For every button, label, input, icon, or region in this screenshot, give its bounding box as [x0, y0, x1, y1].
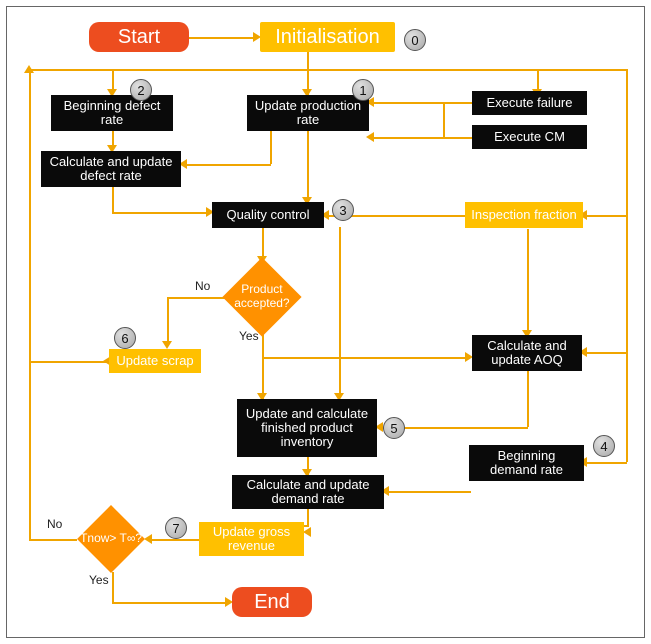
decision-time-label: Tnow> T∞? — [80, 532, 142, 546]
edge — [185, 164, 271, 166]
edge — [112, 69, 114, 91]
edge — [585, 352, 627, 354]
edge — [167, 297, 169, 345]
edge — [307, 69, 309, 91]
arrowhead — [24, 65, 34, 73]
badge-3: 3 — [332, 199, 354, 221]
edge — [112, 212, 208, 214]
edge — [112, 185, 114, 213]
edge — [372, 102, 472, 104]
calc-demand-node: Calculate and update demand rate — [232, 475, 384, 509]
edge — [189, 37, 255, 39]
edge — [29, 361, 111, 363]
end-node: End — [232, 587, 312, 617]
init-node: Initialisation — [260, 22, 395, 52]
diagram-frame: Start Initialisation Beginning defect ra… — [6, 6, 645, 638]
label-time-no: No — [47, 517, 62, 531]
start-node: Start — [89, 22, 189, 52]
badge-0: 0 — [404, 29, 426, 51]
edge — [29, 69, 31, 539]
update-gross-node: Update gross revenue — [199, 522, 304, 556]
edge — [262, 331, 264, 401]
edge — [527, 229, 529, 334]
begin-demand-node: Beginning demand rate — [469, 445, 584, 481]
badge-1: 1 — [352, 79, 374, 101]
quality-node: Quality control — [212, 202, 324, 228]
edge — [339, 227, 341, 397]
edge — [29, 539, 77, 541]
edge — [585, 462, 627, 464]
edge — [537, 69, 539, 91]
arrowhead — [366, 132, 374, 142]
edge — [527, 371, 529, 427]
decision-accepted-node: Product accepted? — [222, 257, 301, 336]
update-inventory-node: Update and calculate finished product in… — [237, 399, 377, 457]
edge — [387, 491, 471, 493]
edge — [626, 69, 628, 462]
begin-defect-node: Beginning defect rate — [51, 95, 173, 131]
edge — [262, 357, 467, 359]
update-prod-node: Update production rate — [247, 95, 369, 131]
decision-time-node: Tnow> T∞? — [77, 505, 145, 573]
exec-failure-node: Execute failure — [472, 91, 587, 115]
edge — [262, 227, 264, 259]
decision-accepted-label: Product accepted? — [234, 283, 289, 311]
edge — [372, 137, 472, 139]
badge-4: 4 — [593, 435, 615, 457]
edge — [585, 215, 627, 217]
badge-7: 7 — [165, 517, 187, 539]
label-accept-yes: Yes — [239, 329, 259, 343]
edge — [112, 572, 114, 602]
update-scrap-node: Update scrap — [109, 349, 201, 373]
edge — [167, 297, 227, 299]
badge-6: 6 — [114, 327, 136, 349]
label-accept-no: No — [195, 279, 210, 293]
edge — [112, 602, 227, 604]
arrowhead — [144, 534, 152, 544]
edge — [443, 102, 445, 138]
calc-defect-node: Calculate and update defect rate — [41, 151, 181, 187]
label-time-yes: Yes — [89, 573, 109, 587]
badge-5: 5 — [383, 417, 405, 439]
arrowhead — [162, 341, 172, 349]
calc-aoq-node: Calculate and update AOQ — [472, 335, 582, 371]
edge — [307, 129, 309, 203]
edge — [150, 539, 200, 541]
inspection-fraction-node: Inspection fraction — [465, 202, 583, 228]
badge-2: 2 — [130, 79, 152, 101]
exec-cm-node: Execute CM — [472, 125, 587, 149]
edge — [270, 129, 272, 164]
arrowhead — [303, 527, 311, 537]
edge — [307, 507, 309, 525]
